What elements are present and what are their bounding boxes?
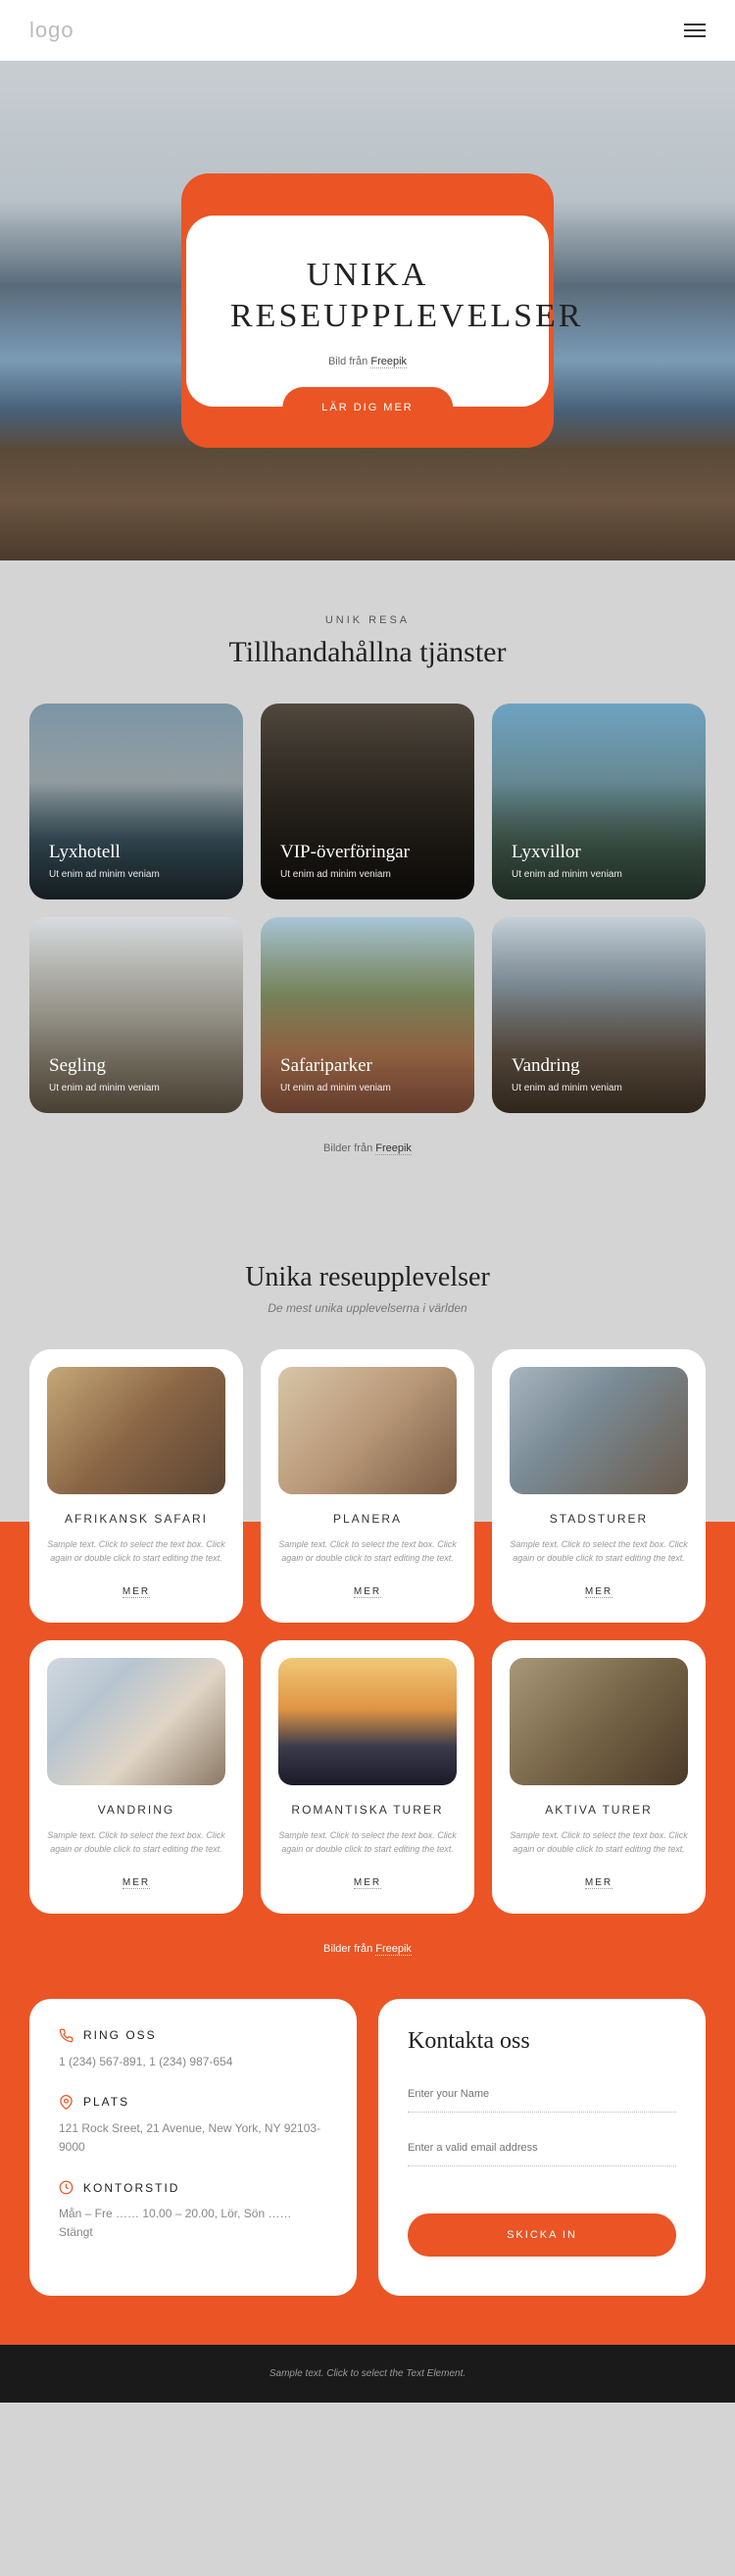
experience-title: ROMANTISKA TURER xyxy=(278,1803,457,1817)
info-text: 1 (234) 567-891, 1 (234) 987-654 xyxy=(59,2053,327,2071)
services-grid: Lyxhotell Ut enim ad minim veniam VIP-öv… xyxy=(29,704,706,1113)
experience-title: AKTIVA TURER xyxy=(510,1803,688,1817)
experience-desc: Sample text. Click to select the text bo… xyxy=(278,1537,457,1566)
info-label: KONTORSTID xyxy=(83,2181,179,2195)
info-text: Mån – Fre …… 10.00 – 20.00, Lör, Sön …… … xyxy=(59,2205,327,2242)
experiences-section: Unika reseupplevelser De mest unika uppl… xyxy=(0,1208,735,1984)
service-title: VIP-överföringar xyxy=(280,842,455,863)
experience-image xyxy=(510,1367,688,1494)
experiences-grid: AFRIKANSK SAFARI Sample text. Click to s… xyxy=(0,1349,735,1914)
service-title: Vandring xyxy=(512,1055,686,1077)
services-credit-link[interactable]: Freepik xyxy=(375,1142,412,1155)
service-text: Ut enim ad minim veniam xyxy=(49,1083,223,1094)
experience-image xyxy=(47,1658,225,1785)
experiences-title: Unika reseupplevelser xyxy=(0,1262,735,1293)
experience-desc: Sample text. Click to select the text bo… xyxy=(47,1828,225,1857)
experiences-heading: Unika reseupplevelser De mest unika uppl… xyxy=(0,1262,735,1315)
form-title: Kontakta oss xyxy=(408,2028,676,2055)
service-text: Ut enim ad minim veniam xyxy=(512,1083,686,1094)
info-label: PLATS xyxy=(83,2095,129,2109)
header: logo xyxy=(0,0,735,61)
contact-info-box: RING OSS 1 (234) 567-891, 1 (234) 987-65… xyxy=(29,1999,357,2296)
experience-desc: Sample text. Click to select the text bo… xyxy=(510,1828,688,1857)
experience-more-link[interactable]: MER xyxy=(354,1586,381,1598)
service-title: Lyxhotell xyxy=(49,842,223,863)
hero-credit: Bild från Freepik xyxy=(230,356,505,367)
experience-title: AFRIKANSK SAFARI xyxy=(47,1512,225,1526)
experience-title: VANDRING xyxy=(47,1803,225,1817)
service-card[interactable]: Segling Ut enim ad minim veniam xyxy=(29,917,243,1113)
info-item-hours: KONTORSTID Mån – Fre …… 10.00 – 20.00, L… xyxy=(59,2180,327,2242)
service-text: Ut enim ad minim veniam xyxy=(280,1083,455,1094)
experience-desc: Sample text. Click to select the text bo… xyxy=(510,1537,688,1566)
hero-section: UNIKA RESEUPPLEVELSER Bild från Freepik … xyxy=(0,61,735,560)
experience-more-link[interactable]: MER xyxy=(585,1586,612,1598)
experience-desc: Sample text. Click to select the text bo… xyxy=(47,1537,225,1566)
experience-title: PLANERA xyxy=(278,1512,457,1526)
services-eyebrow: UNIK RESA xyxy=(29,614,706,626)
learn-more-button[interactable]: LÄR DIG MER xyxy=(282,387,453,428)
service-text: Ut enim ad minim veniam xyxy=(280,869,455,880)
hero-credit-link[interactable]: Freepik xyxy=(370,356,407,368)
services-section: UNIK RESA Tillhandahållna tjänster Lyxho… xyxy=(0,560,735,1208)
experience-card: PLANERA Sample text. Click to select the… xyxy=(261,1349,474,1623)
experience-desc: Sample text. Click to select the text bo… xyxy=(278,1828,457,1857)
submit-button[interactable]: SKICKA IN xyxy=(408,2213,676,2257)
services-title: Tillhandahållna tjänster xyxy=(29,636,706,669)
location-icon xyxy=(59,2095,74,2110)
footer-text: Sample text. Click to select the Text El… xyxy=(270,2368,466,2379)
experience-image xyxy=(47,1367,225,1494)
clock-icon xyxy=(59,2180,74,2195)
service-title: Safariparker xyxy=(280,1055,455,1077)
experience-image xyxy=(278,1658,457,1785)
experience-image xyxy=(278,1367,457,1494)
service-title: Lyxvillor xyxy=(512,842,686,863)
experiences-credit-link[interactable]: Freepik xyxy=(375,1943,412,1956)
experience-more-link[interactable]: MER xyxy=(122,1586,150,1598)
logo[interactable]: logo xyxy=(29,18,74,43)
service-text: Ut enim ad minim veniam xyxy=(512,869,686,880)
service-card[interactable]: VIP-överföringar Ut enim ad minim veniam xyxy=(261,704,474,899)
experience-card: VANDRING Sample text. Click to select th… xyxy=(29,1640,243,1914)
email-input[interactable] xyxy=(408,2130,676,2166)
experience-card: AKTIVA TURER Sample text. Click to selec… xyxy=(492,1640,706,1914)
menu-icon[interactable] xyxy=(684,24,706,37)
info-item-phone: RING OSS 1 (234) 567-891, 1 (234) 987-65… xyxy=(59,2028,327,2071)
experiences-credit: Bilder från Freepik xyxy=(0,1914,735,1984)
phone-icon xyxy=(59,2028,74,2043)
service-card[interactable]: Vandring Ut enim ad minim veniam xyxy=(492,917,706,1113)
info-text: 121 Rock Sreet, 21 Avenue, New York, NY … xyxy=(59,2119,327,2157)
services-credit: Bilder från Freepik xyxy=(29,1142,706,1154)
contact-form-box: Kontakta oss SKICKA IN xyxy=(378,1999,706,2296)
hero-card: UNIKA RESEUPPLEVELSER Bild från Freepik … xyxy=(186,216,549,407)
info-label: RING OSS xyxy=(83,2028,157,2042)
experience-image xyxy=(510,1658,688,1785)
service-card[interactable]: Safariparker Ut enim ad minim veniam xyxy=(261,917,474,1113)
contact-section: RING OSS 1 (234) 567-891, 1 (234) 987-65… xyxy=(0,1984,735,2345)
experience-title: STADSTURER xyxy=(510,1512,688,1526)
service-text: Ut enim ad minim veniam xyxy=(49,869,223,880)
experience-more-link[interactable]: MER xyxy=(354,1877,381,1889)
service-card[interactable]: Lyxvillor Ut enim ad minim veniam xyxy=(492,704,706,899)
experience-card: ROMANTISKA TURER Sample text. Click to s… xyxy=(261,1640,474,1914)
experience-card: AFRIKANSK SAFARI Sample text. Click to s… xyxy=(29,1349,243,1623)
name-input[interactable] xyxy=(408,2076,676,2113)
experiences-subtitle: De mest unika upplevelserna i världen xyxy=(0,1301,735,1315)
hero-title: UNIKA RESEUPPLEVELSER xyxy=(230,255,505,338)
experience-card: STADSTURER Sample text. Click to select … xyxy=(492,1349,706,1623)
service-card[interactable]: Lyxhotell Ut enim ad minim veniam xyxy=(29,704,243,899)
footer: Sample text. Click to select the Text El… xyxy=(0,2345,735,2403)
info-item-location: PLATS 121 Rock Sreet, 21 Avenue, New Yor… xyxy=(59,2095,327,2157)
experience-more-link[interactable]: MER xyxy=(122,1877,150,1889)
service-title: Segling xyxy=(49,1055,223,1077)
experience-more-link[interactable]: MER xyxy=(585,1877,612,1889)
